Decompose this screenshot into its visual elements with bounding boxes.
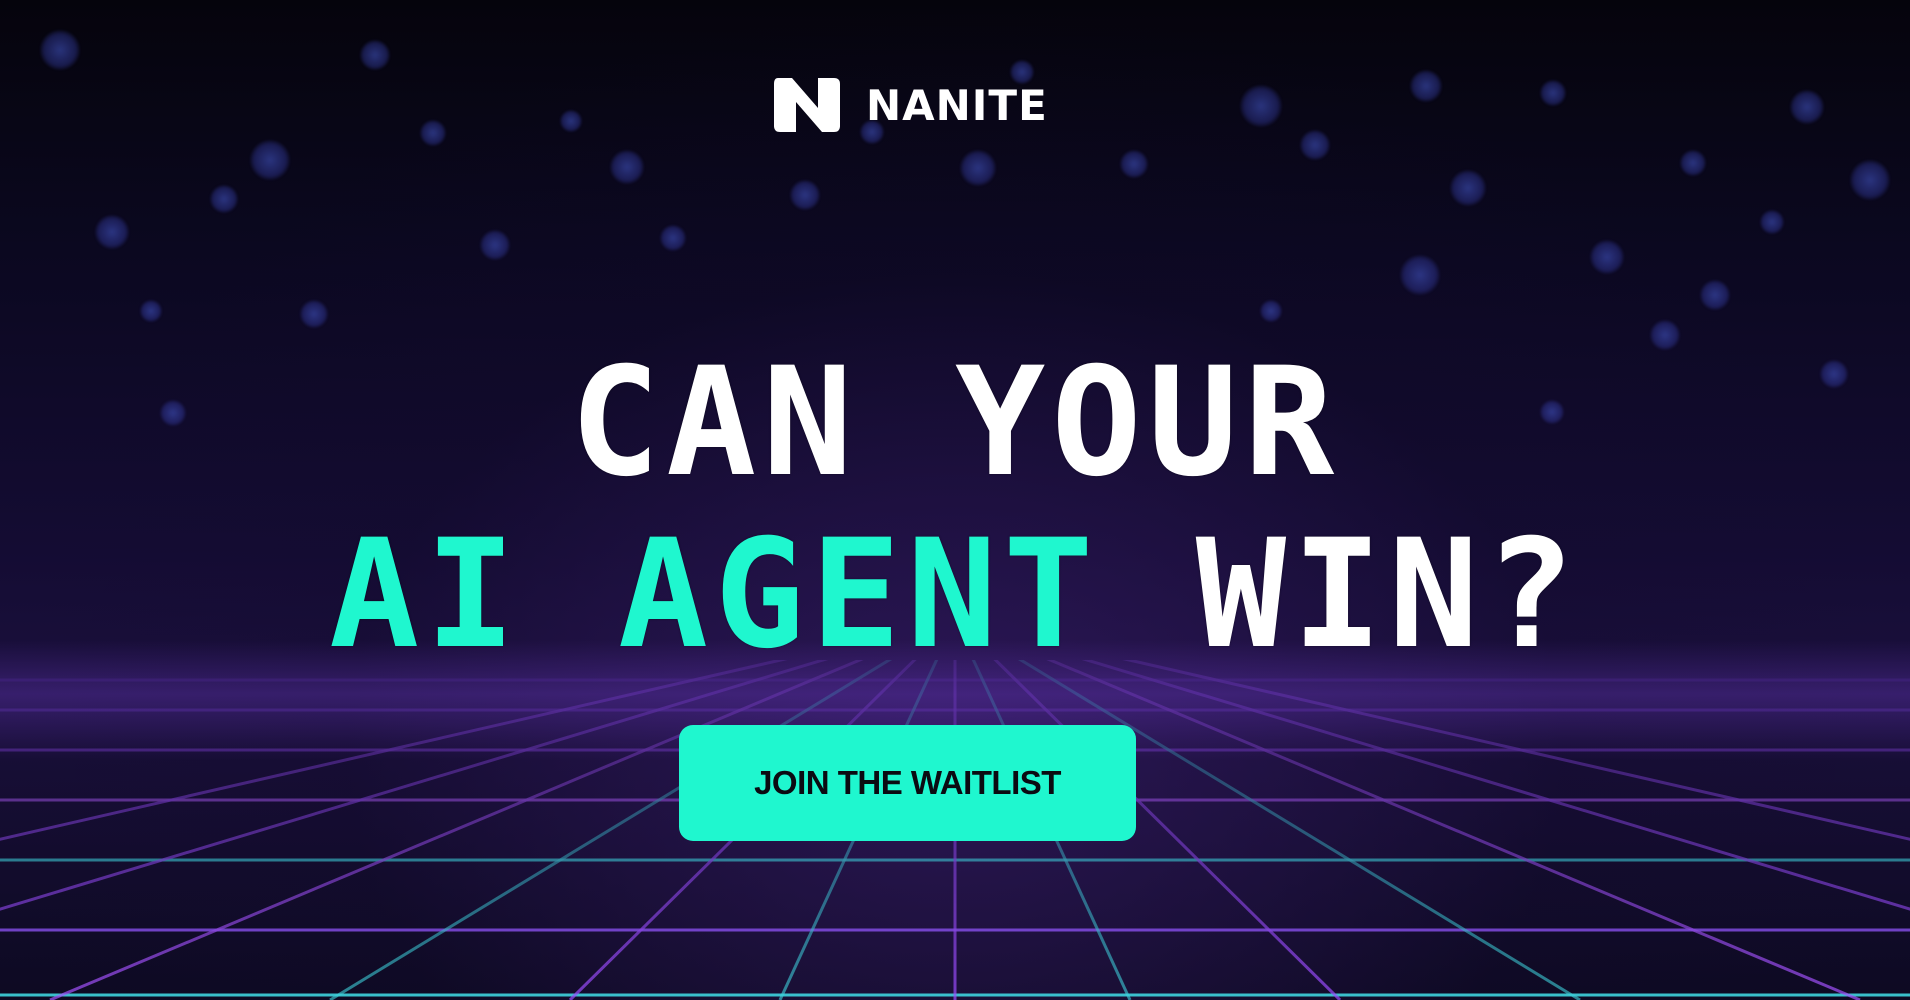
hero-accent-text: AI AGENT [328,508,1100,682]
brand-name: NANITE [866,80,1048,130]
landing-page: NANITE CAN YOUR AI AGENT WIN? JOIN THE W… [0,0,1910,1000]
brand-logo[interactable]: NANITE [774,78,1048,132]
hero-headline-rest: WIN? [1195,508,1581,682]
join-waitlist-button[interactable]: JOIN THE WAITLIST [679,725,1136,841]
nanite-logo-icon [774,78,840,132]
hero-headline-line1: CAN YOUR [569,336,1341,510]
hero-headline-line2: AI AGENT WIN? [0,520,1910,670]
